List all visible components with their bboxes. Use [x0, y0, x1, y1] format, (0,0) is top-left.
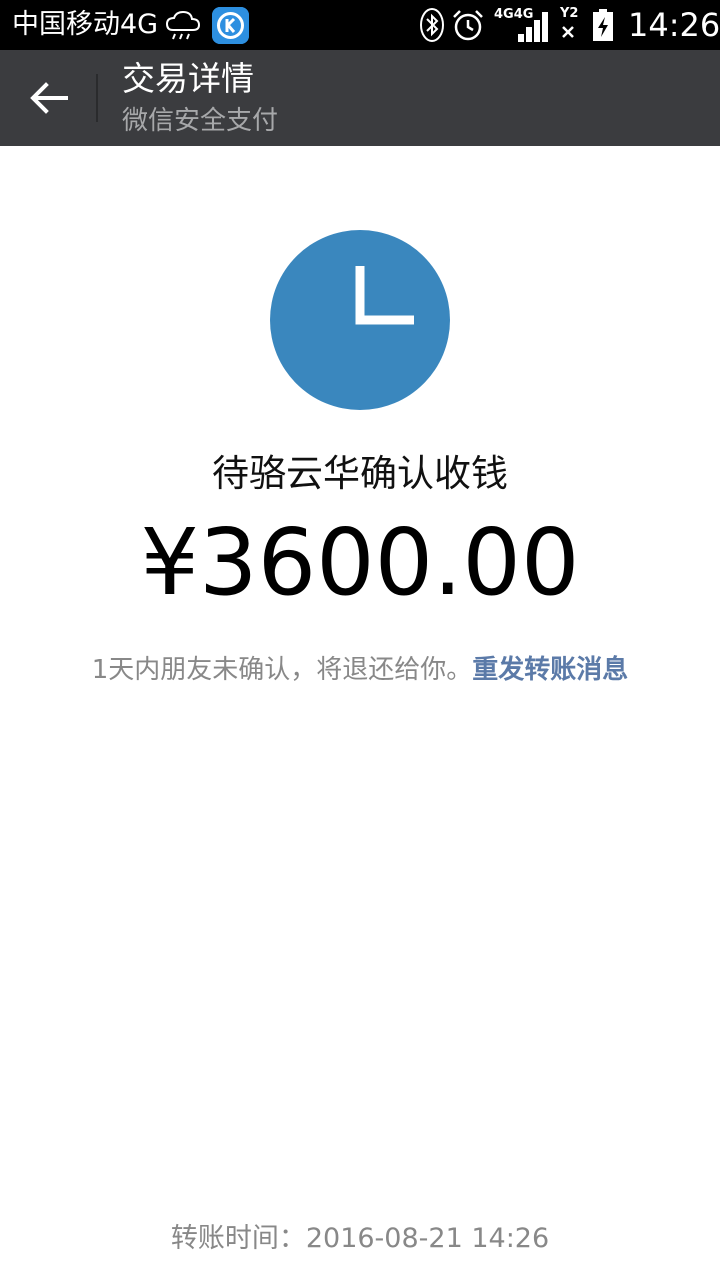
alarm-icon — [453, 10, 483, 41]
status-bar: 中国移动4G 4G4G Y2 14:26 — [0, 0, 720, 50]
back-button[interactable] — [22, 72, 78, 124]
sim-icon: Y2 — [558, 7, 580, 43]
signal-icon — [518, 12, 548, 42]
page-title: 交易详情 — [122, 59, 254, 98]
clock-icon — [270, 230, 450, 410]
header-divider — [96, 74, 98, 122]
sim-label: Y2 — [560, 6, 579, 21]
battery-charging-icon — [593, 9, 613, 41]
refund-notice: 1天内朋友未确认，将退还给你。重发转账消息 — [0, 650, 720, 690]
bluetooth-icon — [420, 8, 444, 42]
weather-rain-icon — [166, 10, 200, 40]
resend-transfer-link[interactable]: 重发转账消息 — [472, 655, 628, 685]
arrow-left-icon — [30, 82, 68, 114]
page-subtitle: 微信安全支付 — [122, 106, 279, 136]
transfer-time-value: 2016-08-21 14:26 — [305, 1223, 550, 1254]
transfer-status: 待骆云华确认收钱 — [212, 452, 508, 495]
transfer-time-label: 转账时间： — [170, 1223, 306, 1254]
action-bar: 交易详情 微信安全支付 — [0, 50, 720, 146]
sim-off-icon — [562, 26, 574, 38]
refund-notice-text: 1天内朋友未确认，将退还给你。 — [91, 655, 473, 685]
status-time: 14:26 — [628, 6, 720, 44]
carrier-label: 中国移动4G — [12, 9, 159, 40]
transfer-amount: ¥3600.00 — [140, 509, 580, 616]
app-k-icon — [212, 7, 249, 44]
transfer-time-row: 转账时间：2016-08-21 14:26 — [0, 1218, 720, 1260]
